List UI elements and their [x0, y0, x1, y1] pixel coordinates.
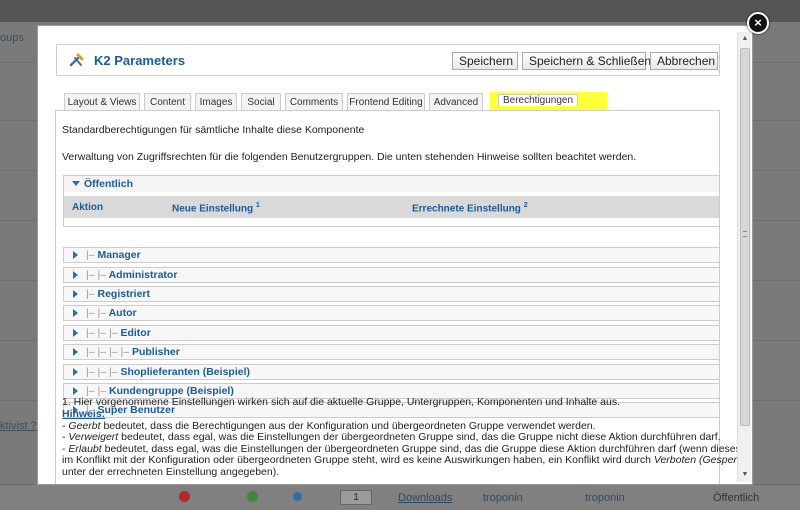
group-row-label: |– |– Autor	[86, 307, 137, 319]
text-allowed-2: im Konflikt mit der Konfiguration oder ü…	[62, 454, 654, 466]
tab-berechtigungen-label: Berechtigungen	[498, 94, 579, 106]
expand-right-icon	[73, 368, 78, 376]
close-icon[interactable]: ×	[747, 12, 769, 34]
group-name: Shoplieferanten (Beispiel)	[120, 366, 250, 378]
group-oeffentlich: Öffentlich Aktion Neue Einstellung 1 Err…	[63, 175, 720, 227]
group-row[interactable]: |– Registriert	[63, 286, 720, 302]
expand-right-icon	[73, 290, 78, 298]
intro-description: Verwaltung von Zugriffsrechten für die f…	[62, 151, 637, 163]
modal-header: K2 Parameters Speichern Speichern & Schl…	[56, 44, 720, 76]
tree-indent: |– |– |–	[86, 366, 118, 378]
text-denied: bedeutet, dass egal, was die Einstellung…	[118, 431, 721, 443]
tools-icon	[69, 52, 85, 68]
scrollbar-thumb[interactable]	[740, 48, 750, 426]
column-new-setting-label: Neue Einstellung	[172, 203, 254, 215]
tab-frontend-editing[interactable]: Frontend Editing	[347, 93, 425, 111]
background-text: oups	[0, 32, 24, 44]
group-row[interactable]: |– |– Administrator	[63, 267, 720, 283]
term-allowed: Erlaubt	[68, 442, 102, 455]
column-computed-setting: Errechnete Einstellung 2	[412, 202, 528, 214]
column-action: Aktion	[72, 202, 104, 213]
footnote-2: 2	[523, 202, 528, 209]
tab-berechtigungen[interactable]: Berechtigungen	[490, 92, 607, 110]
column-new-setting: Neue Einstellung 1	[172, 202, 260, 214]
column-computed-setting-label: Errechnete Einstellung	[412, 203, 521, 215]
term-denied: Verweigert	[68, 431, 119, 443]
permissions-column-headers: Aktion Neue Einstellung 1 Errechnete Ein…	[64, 196, 719, 218]
group-row[interactable]: |– |– |– |– Publisher	[63, 344, 720, 360]
scroll-down-icon[interactable]: ▼	[738, 468, 752, 482]
group-row-label: |– |– |– Editor	[86, 327, 151, 339]
category-link[interactable]: Downloads	[398, 492, 452, 504]
hint-last-line: unter der errechneten Einstellung angege…	[62, 465, 280, 478]
tab-images[interactable]: Images	[195, 93, 237, 111]
tree-indent: |– |– |–	[86, 327, 118, 339]
expand-down-icon	[72, 181, 80, 186]
tree-indent: |– |– |– |–	[86, 346, 130, 358]
footnote-1: 1	[255, 202, 260, 209]
tab-layout-views[interactable]: Layout & Views	[64, 93, 140, 111]
modal-content: K2 Parameters Speichern Speichern & Schl…	[38, 26, 737, 484]
save-and-close-button[interactable]: Speichern & Schließen	[522, 52, 651, 70]
modal-title: K2 Parameters	[94, 53, 186, 68]
k2-parameters-modal: K2 Parameters Speichern Speichern & Schl…	[37, 25, 753, 485]
background-link[interactable]: ktivist ?	[0, 420, 37, 432]
author-cell: troponin	[483, 492, 523, 504]
tree-indent: |– |–	[86, 307, 107, 319]
hint-allowed-continued: im Konflikt mit der Konfiguration oder ü…	[62, 454, 737, 467]
unpublished-icon[interactable]	[179, 491, 190, 502]
expand-right-icon	[73, 387, 78, 395]
published-icon[interactable]	[247, 491, 258, 502]
expand-right-icon	[73, 309, 78, 317]
intro-text: Standardberechtigungen für sämtliche Inh…	[62, 124, 365, 136]
group-row-label: |– |– Administrator	[86, 269, 177, 281]
access-cell: Öffentlich	[713, 492, 760, 504]
group-row-label: |– Manager	[86, 249, 141, 261]
expand-right-icon	[73, 348, 78, 356]
group-name: Autor	[108, 307, 137, 319]
expand-right-icon	[73, 329, 78, 337]
group-oeffentlich-header[interactable]: Öffentlich	[64, 176, 719, 192]
modal-scrollbar[interactable]: ▲ ▼	[737, 32, 751, 482]
term-inherited: Geerbt	[68, 419, 101, 432]
group-row[interactable]: |– |– |– Shoplieferanten (Beispiel)	[63, 364, 720, 380]
tree-indent: |–	[86, 288, 95, 300]
tab-social[interactable]: Social	[241, 93, 281, 111]
group-name: Editor	[120, 327, 151, 339]
group-name: Registriert	[97, 288, 151, 300]
editor-cell: troponin	[585, 492, 625, 504]
tab-content[interactable]: Content	[144, 93, 191, 111]
info-icon[interactable]	[293, 492, 302, 501]
cancel-button[interactable]: Abbrechen	[650, 52, 718, 70]
expand-right-icon	[73, 271, 78, 279]
group-row-label: |– |– |– Shoplieferanten (Beispiel)	[86, 366, 250, 378]
group-row[interactable]: |– Manager	[63, 247, 720, 263]
tree-indent: |–	[86, 249, 95, 261]
group-name: Publisher	[131, 346, 180, 358]
expand-right-icon	[73, 251, 78, 259]
tree-indent: |– |–	[86, 269, 107, 281]
permission-hints: Hinweis: - Geerbt bedeutet, dass die Ber…	[62, 408, 737, 478]
tab-comments[interactable]: Comments	[285, 93, 343, 111]
text-inherited: bedeutet, dass die Berechtigungen aus de…	[100, 419, 596, 432]
group-row[interactable]: |– |– Autor	[63, 305, 720, 321]
group-name: Administrator	[108, 269, 178, 281]
scroll-up-icon[interactable]: ▲	[738, 32, 752, 46]
note-1: 1. Hier vorgenommene Einstellungen wirke…	[62, 396, 621, 408]
text-allowed: bedeutet, dass egal, was die Einstellung…	[101, 442, 737, 455]
tab-advanced[interactable]: Advanced	[429, 93, 483, 111]
group-row-label: |– |– |– |– Publisher	[86, 346, 180, 358]
background-table-row: 1 Downloads troponin troponin Öffentlich	[0, 484, 800, 510]
ordering-input[interactable]: 1	[340, 490, 372, 505]
background-header	[0, 0, 800, 22]
group-title: Öffentlich	[84, 178, 133, 190]
group-row[interactable]: |– |– |– Editor	[63, 325, 720, 341]
term-forbidden: Verboten (Gesperrt)	[653, 454, 737, 466]
group-name: Manager	[97, 249, 141, 261]
permission-notes: 1. Hier vorgenommene Einstellungen wirke…	[62, 396, 722, 409]
save-button[interactable]: Speichern	[452, 52, 518, 70]
group-row-label: |– Registriert	[86, 288, 150, 300]
